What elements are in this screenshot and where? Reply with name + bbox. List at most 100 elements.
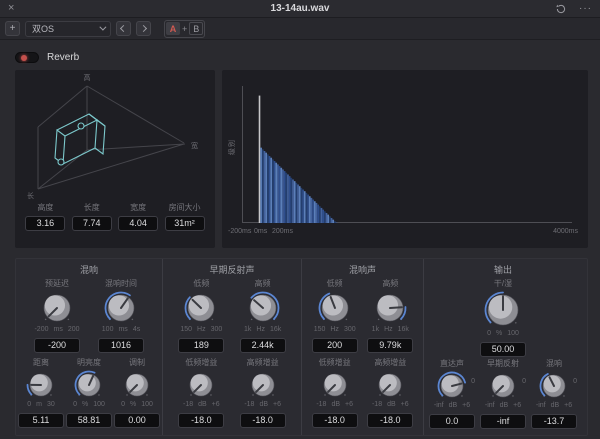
knob-label: 高频: [255, 278, 271, 290]
add-preset-button[interactable]: +: [5, 21, 20, 36]
next-preset-button[interactable]: [136, 21, 151, 36]
xtick: 4000ms: [553, 228, 578, 235]
slider-value[interactable]: 3.16: [25, 216, 65, 231]
ab-compare-group: A + B: [164, 20, 205, 38]
bypass-toggle[interactable]: [15, 52, 39, 63]
knob-value[interactable]: 5.11: [18, 413, 64, 428]
decay-bar: [319, 206, 321, 223]
preset-toolbar: + 双OS A + B: [0, 18, 600, 40]
knob-value[interactable]: -18.0: [240, 413, 286, 428]
knob-rv-low-freq[interactable]: 低频150Hz300200: [312, 277, 358, 356]
knob-dial[interactable]: [374, 369, 406, 401]
knob-tick-dot: [146, 394, 148, 396]
close-icon[interactable]: ×: [8, 3, 14, 14]
knob-rv-high-freq[interactable]: 高频1kHz16k9.79k: [367, 277, 413, 356]
history-reset-icon[interactable]: [555, 3, 567, 15]
knob-rv-high-gain[interactable]: 高频增益-18dB+6-18.0: [367, 356, 413, 435]
knob-value[interactable]: -18.0: [312, 413, 358, 428]
slider-value[interactable]: 31m²: [165, 216, 205, 231]
knob-dial[interactable]: 0: [487, 370, 519, 402]
knob-er-high-freq[interactable]: 高频 1kHz16k 2.44k: [240, 277, 286, 356]
knob-dial[interactable]: [39, 290, 75, 326]
reverb-plugin-window: × 13-14au.wav ··· + 双OS A + B Reverb: [0, 0, 600, 439]
knob-dial[interactable]: [483, 290, 523, 330]
knob-value[interactable]: 189: [178, 338, 224, 353]
knob-er-low-freq[interactable]: 低频150Hz300189: [178, 277, 224, 356]
knob-modulation[interactable]: 调制0%1000.00: [114, 356, 160, 435]
knob-value[interactable]: 0.00: [114, 413, 160, 428]
knob-value[interactable]: -18.0: [178, 413, 224, 428]
knob-value[interactable]: -18.0: [367, 413, 413, 428]
prev-preset-button[interactable]: [116, 21, 131, 36]
b-state-button[interactable]: B: [189, 22, 203, 35]
knob-er-low-gain[interactable]: 低频增益-18dB+6-18.0: [178, 356, 224, 435]
knob-value[interactable]: 0.0: [429, 414, 475, 429]
chevron-left-icon: [120, 25, 127, 32]
knob-value[interactable]: 50.00: [480, 342, 526, 357]
knob-brightness[interactable]: 明亮度0%10058.81: [66, 356, 112, 435]
knob-scale: 1kHz16k: [372, 326, 409, 336]
knob-dial[interactable]: [245, 290, 281, 326]
slider-value[interactable]: 7.74: [72, 216, 112, 231]
axis-height-label: 高: [84, 73, 91, 82]
knob-dial[interactable]: [25, 369, 57, 401]
knob-pre-delay[interactable]: 预延迟-200ms200-200: [34, 277, 80, 356]
room-handle-top[interactable]: [78, 123, 84, 129]
knob-value[interactable]: 2.44k: [240, 338, 286, 353]
slider-label: 高度: [37, 202, 53, 213]
decay-bar: [332, 220, 334, 223]
knob-dial[interactable]: [121, 369, 153, 401]
knob-dial[interactable]: [103, 290, 139, 326]
slider-width: 宽度 4.04: [118, 202, 158, 231]
knob-value[interactable]: -200: [34, 338, 80, 353]
group-reverb-sound: 混响声低频150Hz300200高频1kHz16k9.79k低频增益-18dB+…: [302, 259, 424, 435]
knob-value[interactable]: -13.7: [531, 414, 577, 429]
knob-dial[interactable]: [183, 290, 219, 326]
room-3d-view[interactable]: 高 宽 长: [15, 70, 215, 202]
knob-highlight: [378, 295, 398, 315]
knob-label: 直达声: [440, 358, 464, 370]
slider-room-size: 房间大小 31m²: [165, 202, 205, 231]
knob-dial[interactable]: [372, 290, 408, 326]
group-title: 早期反射声: [163, 263, 301, 277]
knob-dial[interactable]: [247, 369, 279, 401]
knob-scale: 1kHz16k: [244, 326, 281, 336]
knob-scale: 150Hz300: [180, 326, 222, 336]
a-state-button[interactable]: A: [166, 22, 180, 35]
knob-reverb-time[interactable]: 混响时间100ms4s1016: [98, 277, 144, 356]
preset-dropdown[interactable]: 双OS: [25, 21, 111, 37]
knob-reverb-out[interactable]: 混响0-infdB+6-13.7: [531, 357, 577, 435]
knob-label: 高频增益: [247, 357, 279, 369]
knob-scale: -infdB+6: [434, 402, 470, 412]
knob-value[interactable]: 1016: [98, 338, 144, 353]
knob-dial[interactable]: [319, 369, 351, 401]
room-handle-bottom[interactable]: [58, 159, 64, 165]
knob-dry-wet[interactable]: 干/湿0%10050.00: [480, 277, 526, 357]
knob-dial[interactable]: [317, 290, 353, 326]
knob-value[interactable]: -inf: [480, 414, 526, 429]
knob-dial[interactable]: 0: [538, 370, 570, 402]
knob-dial[interactable]: 0: [436, 370, 468, 402]
ab-copy-button[interactable]: +: [182, 24, 187, 34]
knob-label: 明亮度: [77, 357, 101, 369]
knob-er-high-gain[interactable]: 高频增益-18dB+6-18.0: [240, 356, 286, 435]
knob-value[interactable]: 200: [312, 338, 358, 353]
knob-early-reflect[interactable]: 早期反射0-infdB+6-inf: [480, 357, 526, 435]
window-title: 13-14au.wav: [0, 3, 600, 14]
decay-bars: [243, 86, 573, 223]
knob-scale: -18dB+6: [372, 401, 409, 411]
knob-rv-low-gain[interactable]: 低频增益-18dB+6-18.0: [312, 356, 358, 435]
slider-value[interactable]: 4.04: [118, 216, 158, 231]
knob-label: 混响时间: [105, 278, 137, 290]
knob-svg: [183, 290, 219, 326]
decay-bar: [275, 163, 277, 223]
knob-dial[interactable]: [185, 369, 217, 401]
knob-direct-sound[interactable]: 直达声0-infdB+6 0.0: [429, 357, 475, 435]
power-led-icon: [21, 55, 27, 61]
knob-label: 混响: [546, 358, 562, 370]
knob-value[interactable]: 58.81: [66, 413, 112, 428]
knob-value[interactable]: 9.79k: [367, 338, 413, 353]
knob-dial[interactable]: [73, 369, 105, 401]
options-menu-icon[interactable]: ···: [579, 4, 592, 14]
knob-distance[interactable]: 距离0m305.11: [18, 356, 64, 435]
